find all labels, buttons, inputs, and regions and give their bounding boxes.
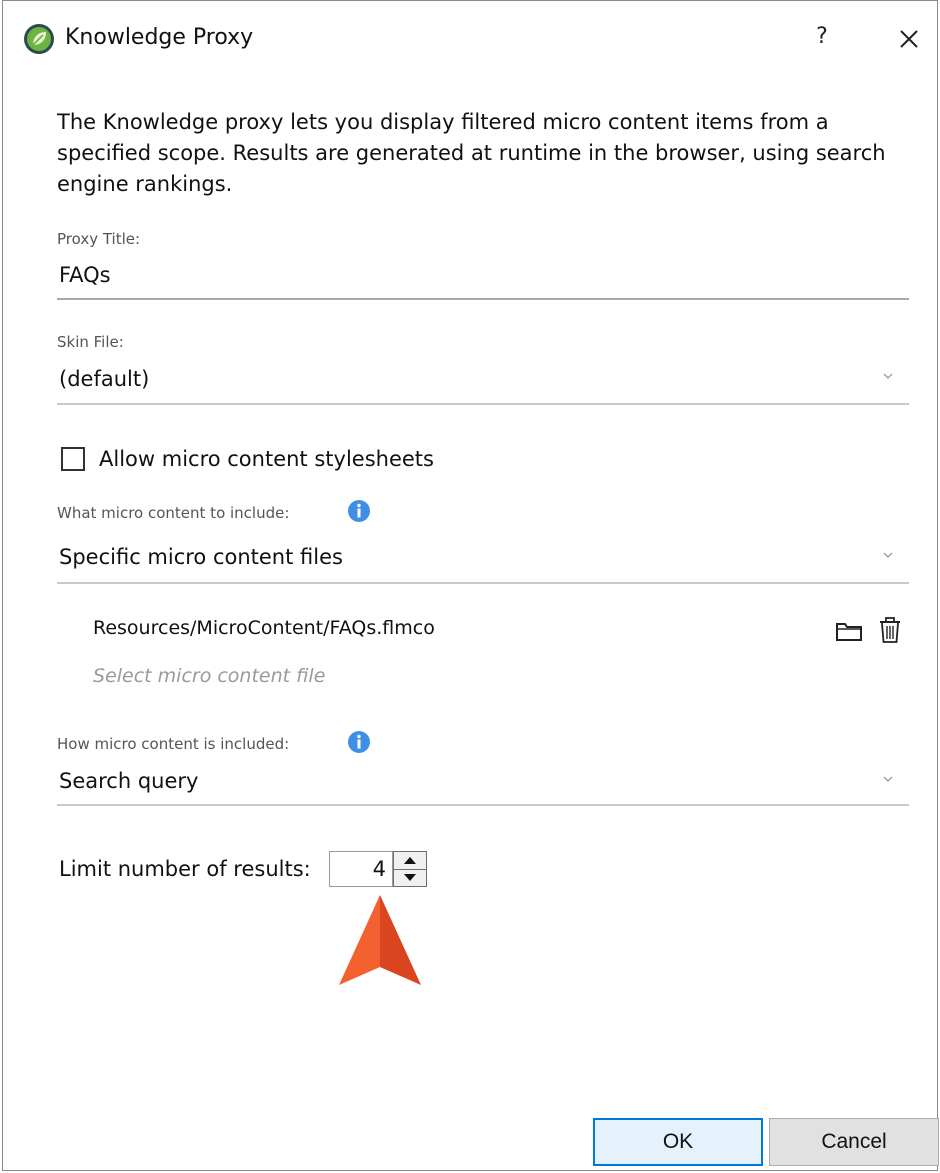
chevron-down-icon[interactable] bbox=[881, 550, 895, 560]
info-icon[interactable] bbox=[347, 730, 371, 754]
limit-results-input[interactable]: 4 bbox=[329, 851, 393, 887]
micro-content-file-item[interactable]: Resources/MicroContent/FAQs.flmco bbox=[93, 617, 435, 639]
skin-file-label: Skin File: bbox=[57, 333, 124, 351]
close-icon[interactable] bbox=[891, 21, 927, 57]
chevron-down-icon[interactable] bbox=[881, 371, 895, 381]
how-included-underline bbox=[57, 804, 909, 806]
info-icon[interactable] bbox=[347, 499, 371, 523]
pointer-arrow-icon bbox=[339, 895, 421, 985]
allow-stylesheets-label: Allow micro content stylesheets bbox=[99, 447, 434, 471]
ok-button[interactable]: OK bbox=[593, 1118, 763, 1166]
allow-stylesheets-checkbox[interactable] bbox=[61, 447, 85, 471]
how-included-select[interactable]: Search query bbox=[59, 769, 198, 793]
include-content-select[interactable]: Specific micro content files bbox=[59, 545, 343, 569]
how-included-label: How micro content is included: bbox=[57, 735, 290, 753]
spin-up-icon[interactable] bbox=[394, 852, 426, 870]
spin-down-icon[interactable] bbox=[394, 869, 426, 886]
include-content-underline bbox=[57, 582, 909, 584]
limit-results-label: Limit number of results: bbox=[59, 857, 311, 881]
dialog-description: The Knowledge proxy lets you display fil… bbox=[57, 110, 886, 196]
cancel-button[interactable]: Cancel bbox=[769, 1118, 939, 1166]
chevron-down-icon[interactable] bbox=[881, 774, 895, 784]
app-logo-icon bbox=[24, 24, 54, 54]
help-button[interactable]: ? bbox=[805, 19, 839, 55]
dialog-title: Knowledge Proxy bbox=[65, 25, 254, 50]
title-bar: Knowledge Proxy ? bbox=[3, 1, 937, 73]
trash-icon[interactable] bbox=[877, 615, 903, 645]
folder-icon[interactable] bbox=[835, 619, 863, 643]
limit-results-stepper bbox=[393, 851, 427, 887]
skin-file-underline bbox=[57, 403, 909, 405]
proxy-title-underline bbox=[57, 298, 909, 300]
skin-file-select[interactable]: (default) bbox=[59, 367, 149, 391]
proxy-title-label: Proxy Title: bbox=[57, 230, 141, 248]
proxy-title-input[interactable]: FAQs bbox=[59, 263, 111, 287]
select-file-placeholder[interactable]: Select micro content file bbox=[93, 665, 325, 687]
include-content-label: What micro content to include: bbox=[57, 504, 290, 522]
dialog-window: Knowledge Proxy ? The Knowledge proxy le… bbox=[2, 0, 939, 1171]
